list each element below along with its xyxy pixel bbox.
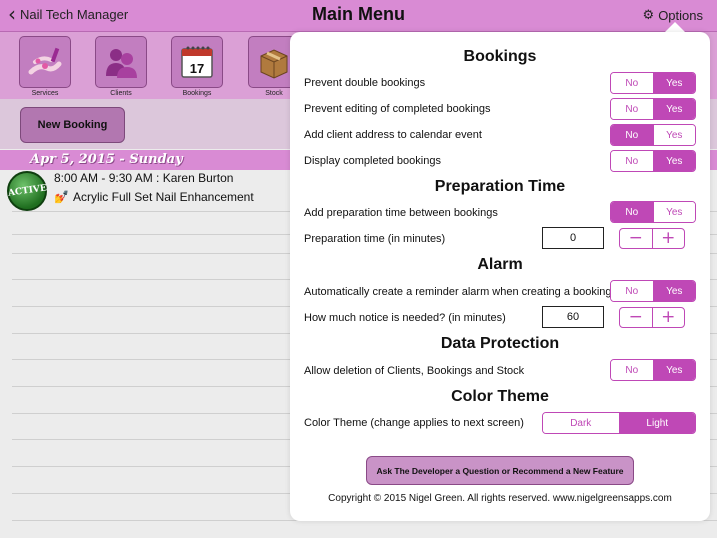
- display-completed-yes[interactable]: Yes: [652, 151, 695, 171]
- bookings-section-title: Bookings: [463, 48, 537, 65]
- appointment-time-client[interactable]: 8:00 AM - 9:30 AM : Karen Burton: [54, 171, 233, 185]
- display-completed-label: Display completed bookings: [304, 155, 441, 167]
- display-completed-toggle: No Yes: [610, 150, 696, 172]
- color-theme-section-title: Color Theme: [451, 388, 549, 405]
- back-button-label: Nail Tech Manager: [20, 6, 129, 22]
- back-button[interactable]: ‹ Nail Tech Manager: [8, 2, 129, 26]
- preparation-minutes-field[interactable]: 0: [542, 227, 604, 249]
- notice-minutes-increment[interactable]: +: [651, 308, 685, 327]
- prevent-double-bookings-no[interactable]: No: [611, 73, 653, 93]
- options-popover: Bookings Prevent double bookings No Yes …: [290, 32, 710, 521]
- preparation-minutes-decrement[interactable]: −: [620, 229, 652, 248]
- auto-alarm-yes[interactable]: Yes: [652, 281, 695, 301]
- bookings-tile-label: Bookings: [182, 90, 212, 97]
- add-client-address-yes[interactable]: Yes: [652, 125, 695, 145]
- new-booking-button[interactable]: New Booking: [20, 107, 125, 143]
- prevent-editing-label: Prevent editing of completed bookings: [304, 103, 491, 115]
- alarm-section-title: Alarm: [477, 256, 523, 273]
- copyright-text: Copyright © 2015 Nigel Green. All rights…: [328, 493, 672, 504]
- active-status-badge: ACTIVE: [7, 171, 47, 211]
- clients-tile[interactable]: Clients: [95, 36, 147, 97]
- prevent-editing-yes[interactable]: Yes: [652, 99, 695, 119]
- appointment-service-label: Acrylic Full Set Nail Enhancement: [72, 190, 254, 204]
- appointment-service[interactable]: 💅 Acrylic Full Set Nail Enhancement: [54, 190, 254, 204]
- auto-alarm-toggle: No Yes: [610, 280, 696, 302]
- options-button-label: Options: [658, 8, 703, 23]
- add-preparation-time-no[interactable]: No: [611, 202, 653, 222]
- notice-minutes-stepper: − +: [619, 307, 685, 328]
- add-preparation-time-label: Add preparation time between bookings: [304, 207, 498, 219]
- preparation-minutes-increment[interactable]: +: [651, 229, 685, 248]
- prevent-double-bookings-yes[interactable]: Yes: [652, 73, 695, 93]
- add-client-address-no[interactable]: No: [611, 125, 653, 145]
- allow-deletion-yes[interactable]: Yes: [652, 360, 695, 380]
- auto-alarm-label: Automatically create a reminder alarm wh…: [304, 286, 612, 298]
- notice-minutes-field[interactable]: 60: [542, 306, 604, 328]
- status-badge-label: ACTIVE: [7, 183, 47, 199]
- prevent-editing-no[interactable]: No: [611, 99, 653, 119]
- navigation-bar: ‹ Nail Tech Manager Main Menu ⚙ Options: [0, 0, 717, 32]
- clients-tile-label: Clients: [110, 90, 132, 97]
- add-preparation-time-toggle: No Yes: [610, 201, 696, 223]
- add-preparation-time-yes[interactable]: Yes: [652, 202, 695, 222]
- services-tile-label: Services: [31, 90, 59, 97]
- allow-deletion-no[interactable]: No: [611, 360, 653, 380]
- prevent-double-bookings-toggle: No Yes: [610, 72, 696, 94]
- allow-deletion-label: Allow deletion of Clients, Bookings and …: [304, 365, 525, 377]
- data-protection-section-title: Data Protection: [440, 335, 560, 352]
- allow-deletion-toggle: No Yes: [610, 359, 696, 381]
- calendar-icon: 17: [171, 36, 223, 88]
- color-theme-light[interactable]: Light: [618, 413, 695, 433]
- services-tile[interactable]: Services: [19, 36, 71, 97]
- chevron-left-icon: ‹: [8, 2, 16, 26]
- auto-alarm-no[interactable]: No: [611, 281, 653, 301]
- ask-developer-button[interactable]: Ask The Developer a Question or Recommen…: [366, 456, 634, 485]
- nail-polish-icon: 💅: [54, 190, 69, 204]
- notice-minutes-decrement[interactable]: −: [620, 308, 652, 327]
- calendar-day-number: 17: [190, 61, 204, 76]
- preparation-time-section-title: Preparation Time: [434, 178, 566, 195]
- color-theme-dark[interactable]: Dark: [543, 413, 619, 433]
- add-client-address-label: Add client address to calendar event: [304, 129, 482, 141]
- display-completed-no[interactable]: No: [611, 151, 653, 171]
- options-button[interactable]: ⚙ Options: [643, 8, 703, 23]
- clients-icon: [95, 36, 147, 88]
- date-header: Apr 5, 2015 - Sunday: [30, 152, 183, 167]
- gear-icon: ⚙: [642, 8, 655, 23]
- color-theme-toggle: Dark Light: [542, 412, 696, 434]
- prevent-double-bookings-label: Prevent double bookings: [304, 77, 426, 89]
- nail-polish-icon: [19, 36, 71, 88]
- notice-minutes-label: How much notice is needed? (in minutes): [304, 312, 506, 324]
- add-client-address-toggle: No Yes: [610, 124, 696, 146]
- prevent-editing-toggle: No Yes: [610, 98, 696, 120]
- color-theme-label: Color Theme (change applies to next scre…: [304, 417, 524, 429]
- preparation-minutes-stepper: − +: [619, 228, 685, 249]
- preparation-minutes-label: Preparation time (in minutes): [304, 233, 446, 245]
- bookings-tile[interactable]: 17 Bookings: [171, 36, 223, 97]
